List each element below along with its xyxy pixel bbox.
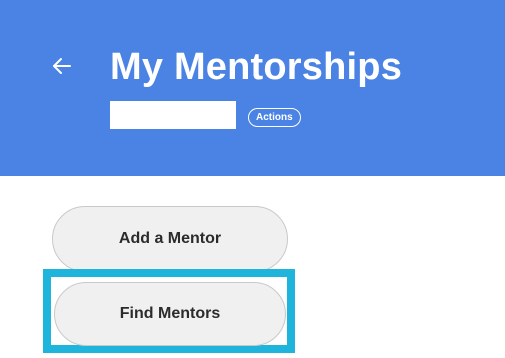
actions-button[interactable]: Actions xyxy=(248,108,301,127)
redacted-subtitle xyxy=(110,101,236,129)
find-mentors-button[interactable]: Find Mentors xyxy=(54,282,286,346)
page-title: My Mentorships xyxy=(110,46,403,88)
add-mentor-button[interactable]: Add a Mentor xyxy=(52,206,288,272)
back-arrow-icon[interactable] xyxy=(52,56,72,76)
page: My Mentorships Actions Add a Mentor Find… xyxy=(0,0,505,358)
page-header: My Mentorships Actions xyxy=(0,0,505,176)
back-arrow-svg xyxy=(53,58,71,74)
